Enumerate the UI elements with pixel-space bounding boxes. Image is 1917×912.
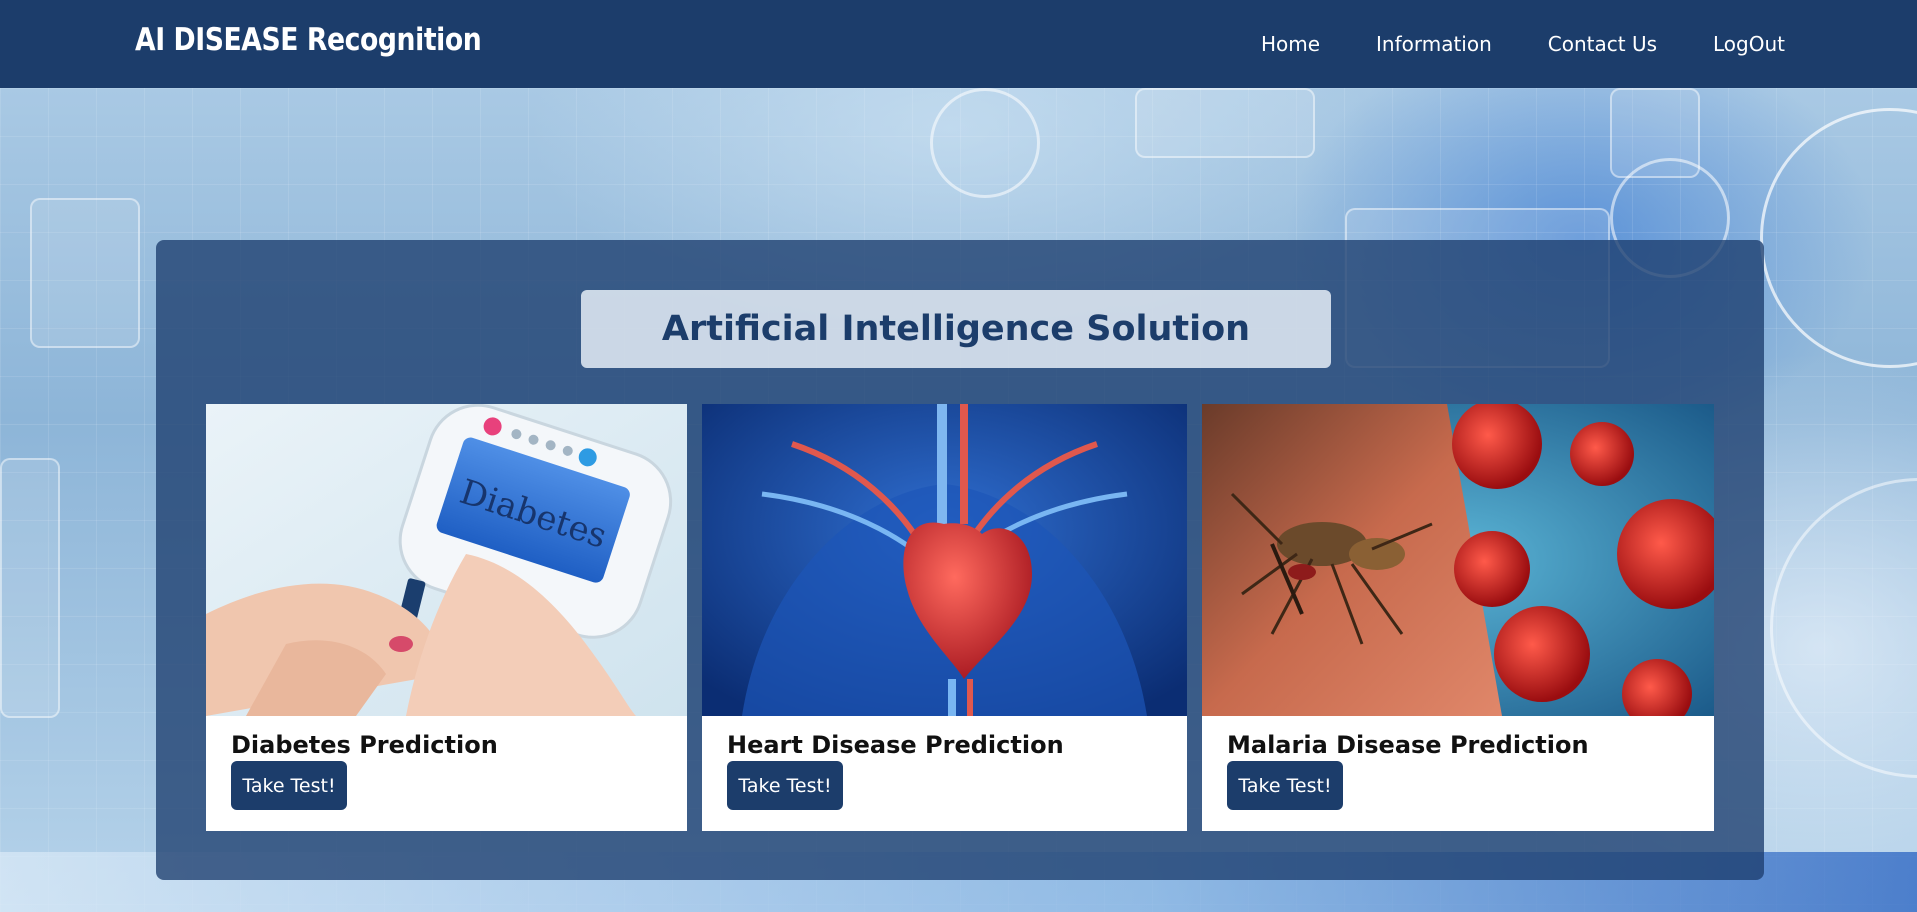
page-title: Artificial Intelligence Solution [661,309,1251,349]
heart-take-test-button[interactable]: Take Test! [727,761,843,810]
background-hud-panel [0,458,60,718]
diabetes-card: Diabetes Diabetes Prediction Take Test! [206,404,687,831]
malaria-card: Malaria Disease Prediction Take Test! [1202,404,1714,831]
navbar: AI DISEASE Recognition Home Information … [0,0,1917,88]
brand-logo[interactable]: AI DISEASE Recognition [135,22,482,58]
nav-contact-us-link[interactable]: Contact Us [1548,32,1657,56]
heart-image [702,404,1187,716]
card-title: Diabetes Prediction [231,731,498,759]
background-ring [930,88,1040,198]
malaria-image [1202,404,1714,716]
card-title: Heart Disease Prediction [727,731,1064,759]
nav-home-link[interactable]: Home [1261,32,1320,56]
diabetes-take-test-button[interactable]: Take Test! [231,761,347,810]
card-title: Malaria Disease Prediction [1227,731,1589,759]
nav-links: Home Information Contact Us LogOut [1261,0,1785,88]
headline-box: Artificial Intelligence Solution [581,290,1331,368]
heart-card: Heart Disease Prediction Take Test! [702,404,1187,831]
malaria-take-test-button[interactable]: Take Test! [1227,761,1343,810]
background-hud-panel [1135,88,1315,158]
nav-logout-link[interactable]: LogOut [1713,32,1785,56]
background-hud-panel [30,198,140,348]
nav-information-link[interactable]: Information [1376,32,1492,56]
diabetes-image: Diabetes [206,404,687,716]
